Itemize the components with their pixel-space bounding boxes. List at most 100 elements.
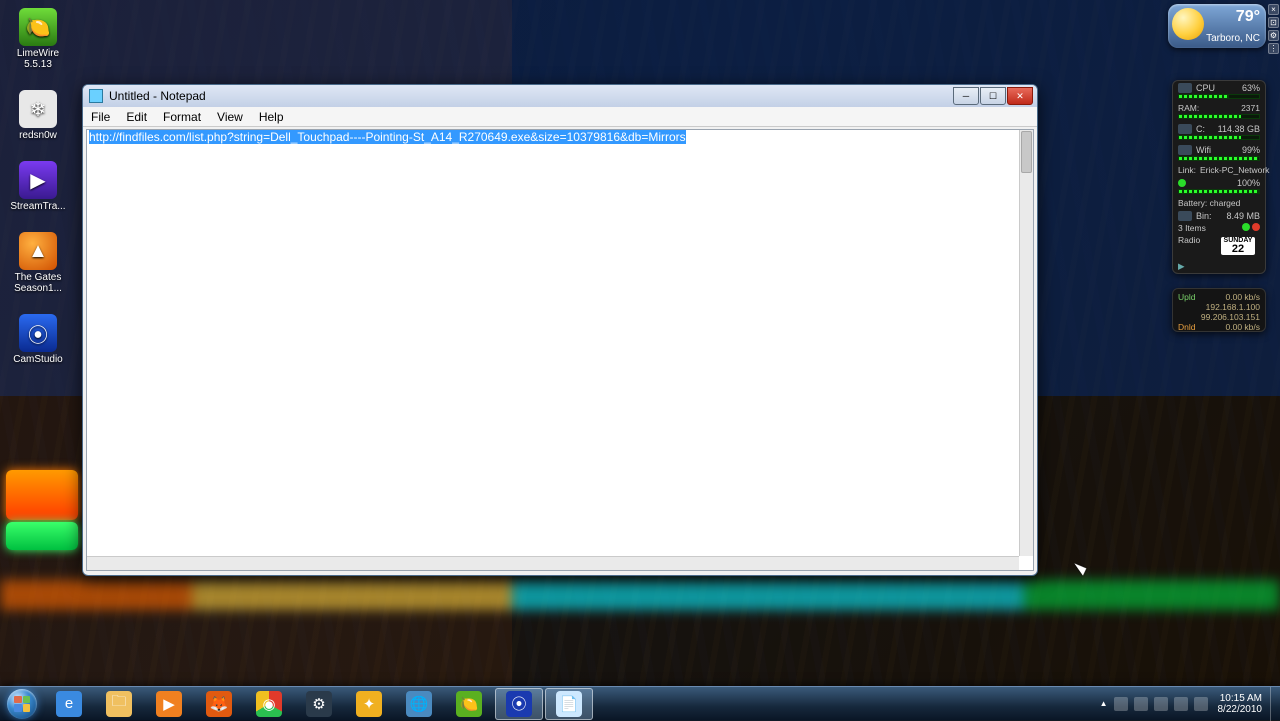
taskbar-explorer[interactable]: 🗀	[95, 688, 143, 720]
text-editor[interactable]: http://findfiles.com/list.php?string=Del…	[87, 130, 1019, 556]
calendar-date: 22	[1221, 244, 1255, 255]
battery-icon	[1178, 179, 1186, 187]
bin-items: 3 Items	[1178, 223, 1206, 233]
tray-volume-icon[interactable]	[1194, 697, 1208, 711]
titlebar[interactable]: Untitled - Notepad ─ ☐ ✕	[83, 85, 1037, 107]
battery-pct: 100%	[1237, 178, 1260, 188]
steam-icon: ⚙	[306, 691, 332, 717]
local-ip: 192.168.1.100	[1206, 302, 1260, 312]
camstudio-task-icon: ⦿	[506, 691, 532, 717]
icon-label: StreamTra...	[10, 201, 65, 212]
taskbar-chrome[interactable]: ◉	[245, 688, 293, 720]
desktop-icon-streamtra[interactable]: ▶ StreamTra...	[6, 161, 70, 212]
disk-value: 114.38 GB	[1218, 124, 1260, 134]
icon-label: LimeWire 5.5.13	[6, 48, 70, 70]
calendar-chip: SUNDAY 22	[1221, 237, 1255, 255]
disk-label: C:	[1196, 124, 1205, 134]
sun-icon	[1172, 8, 1204, 40]
ram-label: RAM:	[1178, 103, 1199, 113]
wmp-icon: ▶	[156, 691, 182, 717]
camstudio-icon: ⦿	[19, 314, 57, 352]
download-label: Dnld	[1178, 322, 1195, 332]
neon-sign-decor	[6, 470, 78, 520]
close-button[interactable]: ✕	[1007, 87, 1033, 105]
bin-icon	[1178, 211, 1192, 221]
start-button[interactable]	[0, 687, 44, 721]
network-gadget[interactable]: Upld0.00 kb/s 192.168.1.100 99.206.103.1…	[1172, 288, 1266, 332]
weather-gadget[interactable]: 79° Tarboro, NC	[1168, 4, 1266, 48]
icon-label: The Gates Season1...	[6, 272, 70, 294]
minimize-button[interactable]: ─	[953, 87, 979, 105]
windows-orb-icon	[7, 689, 37, 719]
chrome-icon: ◉	[256, 691, 282, 717]
weather-temp: 79°	[1236, 8, 1260, 26]
desktop-icon-redsn0w[interactable]: ❄ redsn0w	[6, 90, 70, 141]
gadget-options-button[interactable]: ⚙	[1268, 30, 1279, 41]
taskbar-app-globe[interactable]: 🌐	[395, 688, 443, 720]
taskbar: e 🗀 ▶ 🦊 ◉ ⚙ ✦ 🌐 🍋 ⦿ 📄 ▲ 10:15 AM 8/22/20…	[0, 686, 1280, 720]
system-monitor-gadget[interactable]: CPU63% RAM:2371 C:114.38 GB Wifi99% Link…	[1172, 80, 1266, 274]
gadget-tools: × ⊡ ⚙ ⋮	[1268, 4, 1279, 54]
taskbar-limewire[interactable]: 🍋	[445, 688, 493, 720]
editor-area: http://findfiles.com/list.php?string=Del…	[86, 129, 1034, 571]
wifi-bar	[1178, 156, 1260, 161]
pinned-apps: e 🗀 ▶ 🦊 ◉ ⚙ ✦ 🌐 🍋 ⦿ 📄	[44, 687, 594, 720]
lime-icon: 🍋	[456, 691, 482, 717]
taskbar-wmp[interactable]: ▶	[145, 688, 193, 720]
link-value: Erick-PC_Network	[1200, 165, 1269, 175]
weather-location: Tarboro, NC	[1206, 33, 1260, 44]
tray-network-icon[interactable]	[1174, 697, 1188, 711]
tray-time: 10:15 AM	[1218, 693, 1263, 704]
puzzle-icon: ✦	[356, 691, 382, 717]
redsn0w-icon: ❄	[19, 90, 57, 128]
upload-label: Upld	[1178, 292, 1195, 302]
gadget-close-button[interactable]: ×	[1268, 4, 1279, 15]
gadget-drag-handle[interactable]: ⋮	[1268, 43, 1279, 54]
desktop-icon-gates[interactable]: ▲ The Gates Season1...	[6, 232, 70, 294]
wifi-label: Wifi	[1196, 145, 1211, 155]
streamtra-icon: ▶	[19, 161, 57, 199]
tray-icon-1[interactable]	[1114, 697, 1128, 711]
window-title: Untitled - Notepad	[109, 89, 206, 103]
vertical-scrollbar[interactable]	[1019, 130, 1033, 556]
vlc-icon: ▲	[19, 232, 57, 270]
system-tray: ▲ 10:15 AM 8/22/2010	[1096, 693, 1270, 715]
menu-view[interactable]: View	[209, 108, 251, 126]
selected-text: http://findfiles.com/list.php?string=Del…	[89, 130, 686, 144]
desktop-icons: 🍋 LimeWire 5.5.13 ❄ redsn0w ▶ StreamTra.…	[6, 8, 70, 365]
download-value: 0.00 kb/s	[1226, 322, 1261, 332]
maximize-button[interactable]: ☐	[980, 87, 1006, 105]
show-desktop-button[interactable]	[1270, 687, 1280, 721]
taskbar-firefox[interactable]: 🦊	[195, 688, 243, 720]
desktop-icon-limewire[interactable]: 🍋 LimeWire 5.5.13	[6, 8, 70, 70]
taskbar-app-yellow[interactable]: ✦	[345, 688, 393, 720]
battery-status: Battery: charged	[1178, 198, 1240, 208]
taskbar-notepad[interactable]: 📄	[545, 688, 593, 720]
menu-edit[interactable]: Edit	[118, 108, 155, 126]
battery-bar	[1178, 189, 1260, 194]
desktop-icon-camstudio[interactable]: ⦿ CamStudio	[6, 314, 70, 365]
taskbar-ie[interactable]: e	[45, 688, 93, 720]
wifi-value: 99%	[1242, 145, 1260, 155]
bin-label: Bin:	[1196, 211, 1212, 221]
icon-label: redsn0w	[19, 130, 57, 141]
radio-label: Radio	[1178, 235, 1200, 245]
radio-play-icon[interactable]: ▶	[1178, 261, 1185, 272]
horizontal-scrollbar[interactable]	[87, 556, 1019, 570]
taskbar-steam[interactable]: ⚙	[295, 688, 343, 720]
link-label: Link:	[1178, 165, 1196, 175]
menu-format[interactable]: Format	[155, 108, 209, 126]
tray-power-icon[interactable]	[1154, 697, 1168, 711]
cpu-bar	[1178, 94, 1260, 99]
globe-icon: 🌐	[406, 691, 432, 717]
taskbar-camstudio[interactable]: ⦿	[495, 688, 543, 720]
menu-help[interactable]: Help	[251, 108, 292, 126]
tray-overflow-button[interactable]: ▲	[1100, 699, 1108, 708]
menu-file[interactable]: File	[83, 108, 118, 126]
ie-icon: e	[56, 691, 82, 717]
bin-size: 8.49 MB	[1226, 211, 1260, 221]
tray-icon-2[interactable]	[1134, 697, 1148, 711]
tray-clock[interactable]: 10:15 AM 8/22/2010	[1214, 693, 1267, 715]
tray-date: 8/22/2010	[1218, 704, 1263, 715]
gadget-larger-button[interactable]: ⊡	[1268, 17, 1279, 28]
